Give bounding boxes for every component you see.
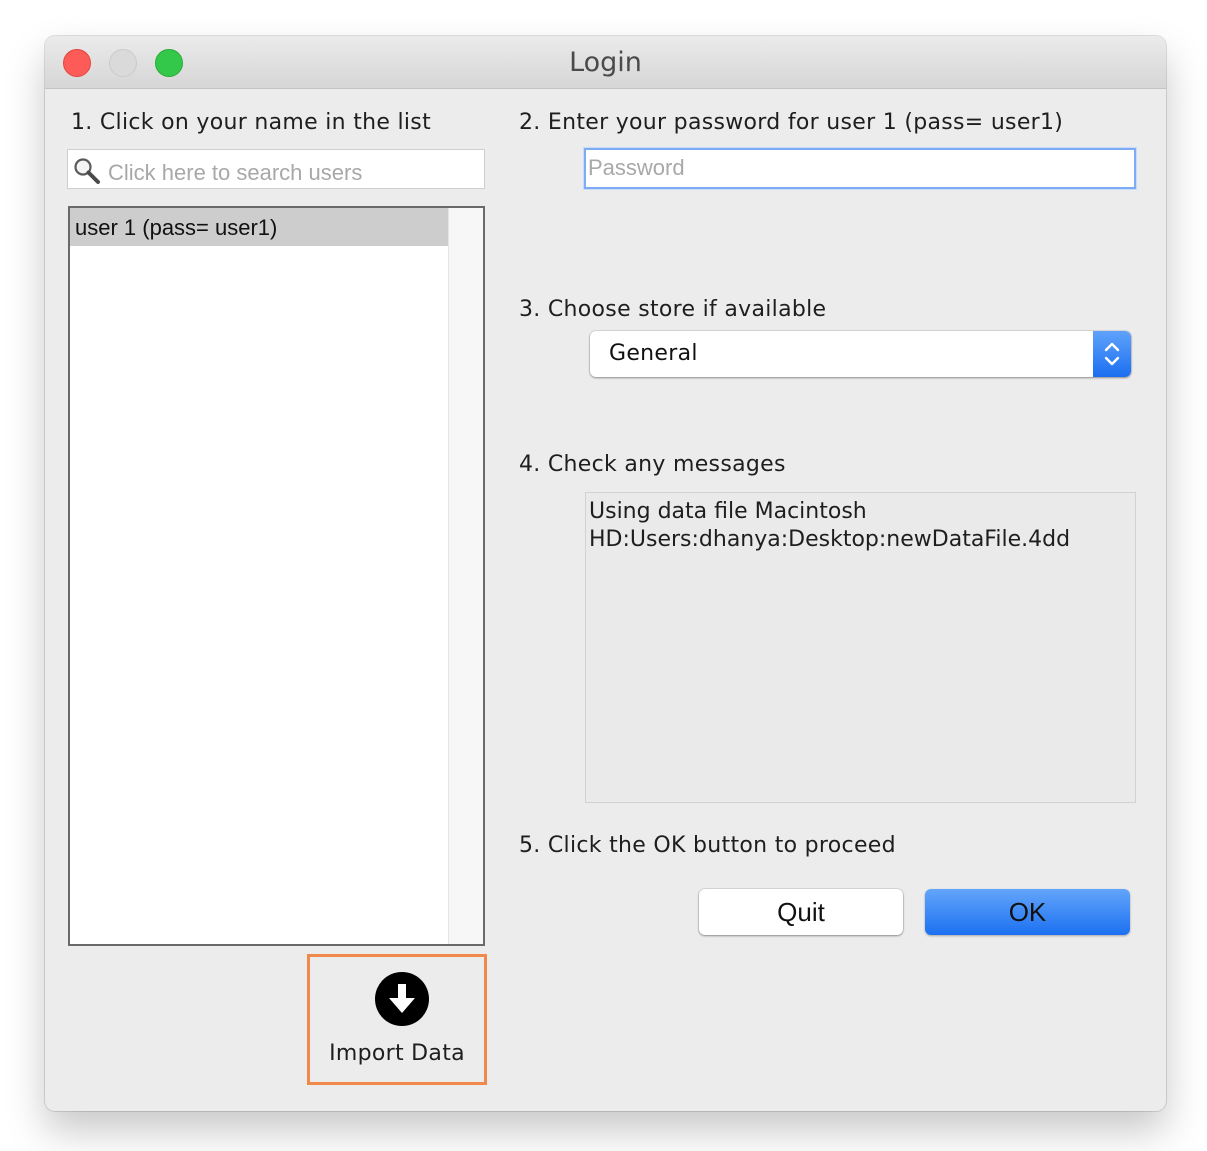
search-icon bbox=[74, 158, 100, 184]
step3-label: 3. Choose store if available bbox=[519, 297, 827, 322]
user-list-scrollbar[interactable] bbox=[448, 208, 483, 944]
messages-box: Using data file Macintosh HD:Users:dhany… bbox=[585, 492, 1136, 803]
user-list[interactable]: user 1 (pass= user1) bbox=[68, 206, 485, 946]
password-input[interactable] bbox=[586, 150, 1130, 186]
download-circle-icon bbox=[375, 972, 429, 1026]
step4-label: 4. Check any messages bbox=[519, 452, 786, 477]
chevron-up-down-icon bbox=[1104, 342, 1120, 366]
user-list-item[interactable]: user 1 (pass= user1) bbox=[70, 208, 448, 246]
store-select-arrows[interactable] bbox=[1093, 331, 1131, 377]
step5-label: 5. Click the OK button to proceed bbox=[519, 833, 896, 858]
store-selected-value: General bbox=[609, 341, 698, 366]
ok-button[interactable]: OK bbox=[925, 889, 1130, 935]
import-data-button[interactable]: Import Data bbox=[307, 954, 487, 1085]
step2-label: 2. Enter your password for user 1 (pass=… bbox=[519, 110, 1064, 135]
import-data-label: Import Data bbox=[329, 1041, 465, 1066]
login-window: Login 1. Click on your name in the list … bbox=[45, 36, 1166, 1111]
search-placeholder: Click here to search users bbox=[108, 160, 363, 185]
window-title: Login bbox=[569, 47, 642, 78]
password-field[interactable] bbox=[584, 148, 1136, 189]
user-search-field[interactable]: Click here to search users bbox=[67, 149, 485, 189]
step1-label: 1. Click on your name in the list bbox=[71, 110, 431, 135]
title-bar[interactable]: Login bbox=[45, 36, 1166, 89]
store-select[interactable]: General bbox=[590, 331, 1131, 377]
user-list-item-label: user 1 (pass= user1) bbox=[75, 215, 278, 240]
messages-text: Using data file Macintosh HD:Users:dhany… bbox=[589, 499, 1071, 552]
quit-button[interactable]: Quit bbox=[699, 889, 903, 935]
